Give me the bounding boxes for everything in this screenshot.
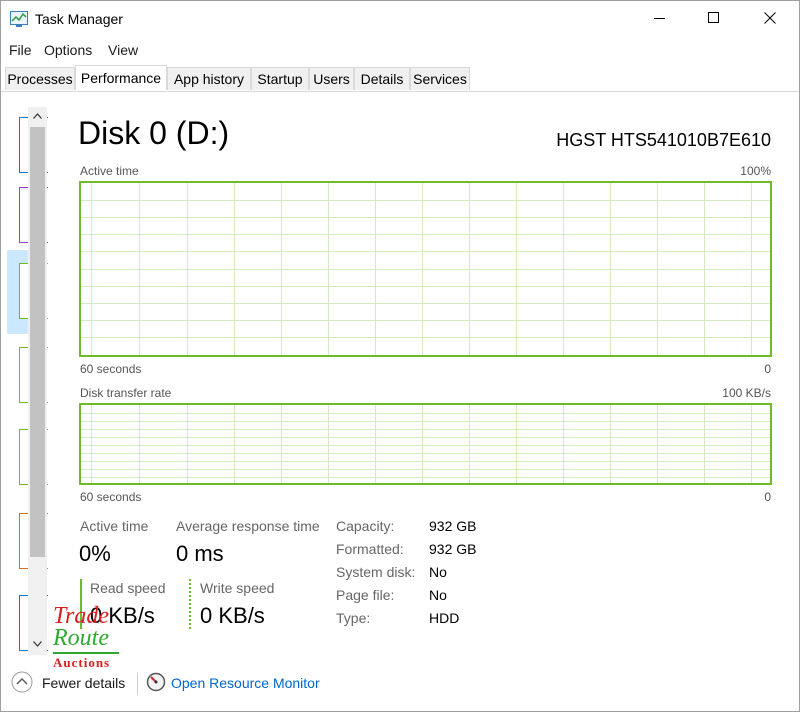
active-time-stat-value: 0% (79, 541, 111, 566)
type-value: HDD (429, 610, 460, 626)
avg-response-stat-label: Average response time (176, 518, 320, 534)
system-disk-value: No (429, 564, 447, 580)
write-speed-value: 0 KB/s (200, 603, 265, 628)
active-time-graph-max: 100% (740, 164, 771, 178)
disk-title: Disk 0 (D:) (78, 115, 230, 151)
active-time-graph-min: 0 (764, 362, 771, 376)
page-file-label: Page file: (336, 587, 395, 603)
tab-services[interactable]: Services (410, 67, 470, 90)
write-speed-indicator (189, 579, 191, 629)
capacity-value: 932 GB (429, 518, 477, 534)
tab-users[interactable]: Users (309, 67, 354, 90)
trade-route-auctions-watermark: Trade Route Auctions (53, 604, 123, 672)
close-icon (764, 12, 776, 24)
scroll-up-button[interactable] (28, 107, 47, 125)
disk-model: HGST HTS541010B7E610 (556, 130, 771, 150)
tab-strip: Processes Performance App history Startu… (1, 65, 799, 92)
chevron-up-icon (33, 113, 42, 119)
task-manager-icon (10, 11, 28, 27)
open-resource-monitor-link[interactable]: Open Resource Monitor (171, 675, 320, 691)
minimize-icon (654, 18, 665, 19)
active-time-graph-label: Active time (80, 164, 139, 178)
watermark-line2: Route (53, 625, 109, 651)
fewer-details-link[interactable]: Fewer details (42, 675, 125, 691)
tab-performance[interactable]: Performance (75, 65, 167, 90)
tab-details[interactable]: Details (354, 67, 410, 90)
scroll-thumb[interactable] (30, 127, 45, 557)
transfer-rate-graph (79, 403, 772, 485)
chevron-down-icon (33, 641, 42, 647)
resource-monitor-icon (146, 672, 166, 692)
minimize-button[interactable] (637, 1, 683, 35)
page-file-value: No (429, 587, 447, 603)
active-time-stat-label: Active time (80, 518, 149, 534)
active-time-grid (81, 183, 770, 355)
transfer-rate-graph-min: 0 (764, 490, 771, 504)
read-speed-label: Read speed (90, 580, 166, 596)
tab-startup[interactable]: Startup (251, 67, 309, 90)
transfer-rate-grid (81, 405, 770, 483)
tab-processes[interactable]: Processes (5, 67, 75, 90)
avg-response-stat-value: 0 ms (176, 541, 224, 566)
formatted-label: Formatted: (336, 541, 404, 557)
menu-options[interactable]: Options (44, 42, 92, 58)
type-label: Type: (336, 610, 371, 626)
formatted-value: 932 GB (429, 541, 477, 557)
maximize-icon (708, 12, 719, 23)
tab-app-history[interactable]: App history (167, 67, 251, 90)
write-speed-label: Write speed (200, 580, 275, 596)
bottom-bar: Fewer details Open Resource Monitor (1, 667, 799, 701)
scroll-down-button[interactable] (28, 635, 47, 653)
menu-file[interactable]: File (9, 42, 32, 58)
close-button[interactable] (747, 1, 793, 35)
resource-monitor-icon-wrap[interactable] (146, 672, 166, 692)
window-title: Task Manager (35, 11, 123, 27)
fewer-details-button[interactable] (11, 671, 33, 693)
maximize-button[interactable] (691, 1, 737, 35)
menu-view[interactable]: View (108, 42, 138, 58)
capacity-label: Capacity: (336, 518, 395, 534)
title-bar: Task Manager (1, 1, 799, 37)
active-time-graph-time: 60 seconds (80, 362, 142, 376)
task-manager-window: Task Manager File Options View Processes… (0, 0, 800, 712)
transfer-rate-graph-max: 100 KB/s (722, 386, 771, 400)
transfer-rate-graph-time: 60 seconds (80, 490, 142, 504)
transfer-rate-graph-label: Disk transfer rate (80, 386, 172, 400)
system-disk-label: System disk: (336, 564, 416, 580)
resource-scrollbar[interactable] (28, 107, 47, 655)
active-time-graph (79, 181, 772, 357)
bottom-divider (137, 673, 138, 695)
watermark-rule (53, 652, 119, 654)
chevron-up-circle-icon (11, 671, 33, 693)
